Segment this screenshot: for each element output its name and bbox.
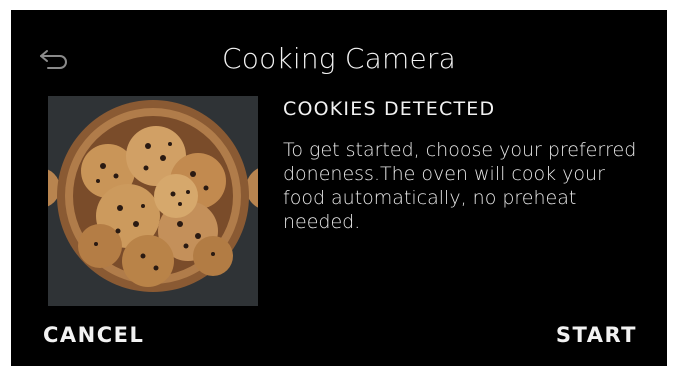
cookies-bowl-image: [48, 100, 258, 292]
detection-description: To get started, choose your preferred do…: [283, 139, 637, 233]
page-title: Cooking Camera: [222, 42, 456, 75]
food-photo: [48, 96, 258, 306]
cancel-button[interactable]: CANCEL: [43, 322, 144, 348]
start-button[interactable]: START: [556, 322, 637, 348]
detection-headline: COOKIES DETECTED: [283, 98, 496, 120]
cooking-camera-screen: Cooking Camera COOKIES DETECTED To get s…: [11, 10, 667, 366]
